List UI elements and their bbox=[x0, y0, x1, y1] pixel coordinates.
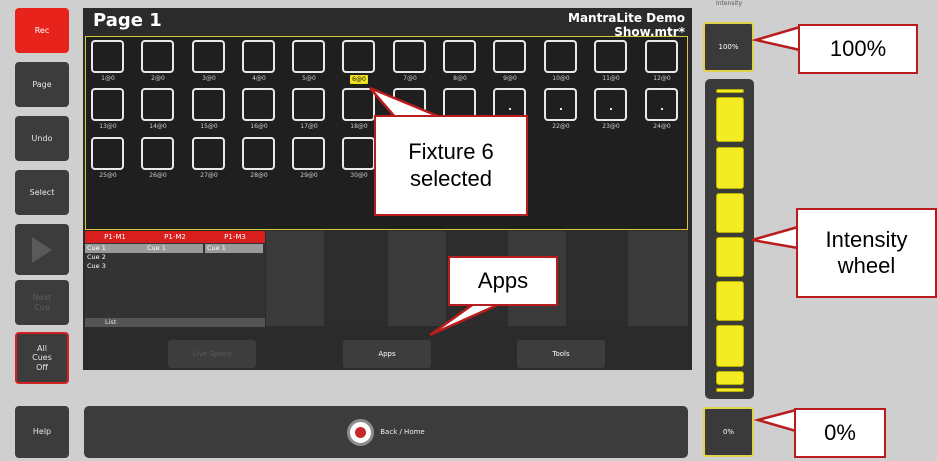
callout-0: 0% bbox=[794, 408, 886, 458]
callout-wheel-line2: wheel bbox=[837, 253, 896, 278]
callout-wheel-line1: Intensity bbox=[825, 226, 908, 252]
callout-intensity-wheel: Intensity wheel bbox=[796, 208, 937, 298]
callout-100: 100% bbox=[798, 24, 918, 74]
callout-fixture-line1: Fixture 6 bbox=[408, 139, 494, 165]
callout-pointer-fixture bbox=[369, 86, 441, 119]
callout-fixture-line2: selected bbox=[410, 165, 492, 191]
callout-apps: Apps bbox=[448, 256, 558, 306]
callout-apps-text: Apps bbox=[477, 267, 529, 293]
callout-pointer-100 bbox=[751, 25, 802, 52]
callout-0-text: 0% bbox=[824, 419, 856, 445]
callout-pointer-0 bbox=[753, 408, 798, 433]
callout-fixture-selected: Fixture 6 selected bbox=[374, 115, 528, 216]
callout-100-text: 100% bbox=[829, 35, 887, 61]
callout-pointer-wheel bbox=[751, 225, 800, 250]
callout-pointer-apps bbox=[429, 301, 503, 337]
